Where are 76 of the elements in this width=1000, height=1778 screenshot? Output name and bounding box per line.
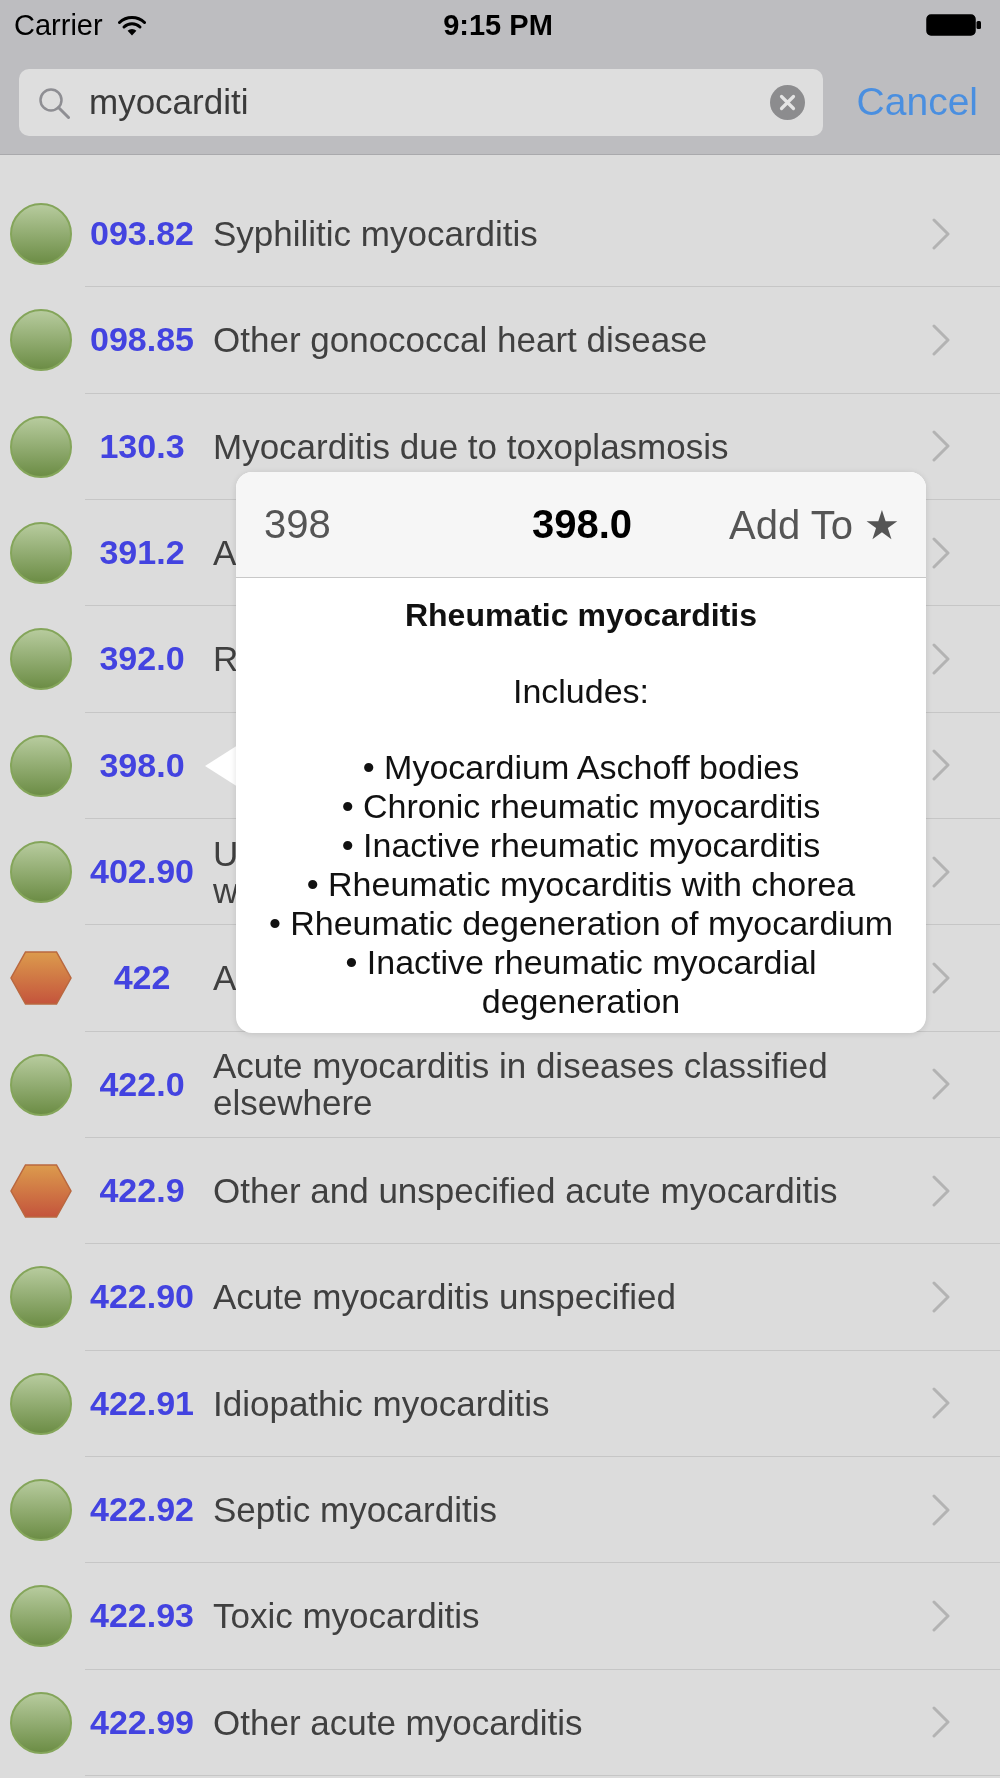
chevron-icon	[932, 642, 950, 675]
diagnosis-text: Acute myocarditis in diseases classified elsewhere	[213, 1047, 828, 1122]
diagnosis-text: Other acute myocarditis	[213, 1703, 583, 1741]
parent-code-button[interactable]: 398	[264, 502, 331, 547]
circle-marker-icon	[10, 1691, 72, 1754]
circle-marker-icon	[10, 734, 72, 797]
include-item: • Chronic rheumatic myocarditis	[341, 787, 821, 826]
chevron-icon	[932, 1387, 950, 1420]
carrier-text: Carrier	[14, 8, 103, 42]
chevron-icon	[932, 1174, 950, 1207]
code-text: 398.0	[99, 745, 185, 785]
include-item: • Myocardium Aschoff bodies	[362, 748, 800, 787]
code-text: 422	[113, 958, 171, 998]
circle-marker-icon	[10, 1585, 72, 1648]
chevron-icon	[932, 1280, 950, 1313]
chevron-icon	[932, 1599, 950, 1632]
include-item: • Inactive rheumatic myocarditis	[341, 826, 821, 865]
diagnosis-text: Septic myocarditis	[213, 1491, 497, 1529]
battery-icon	[926, 14, 982, 36]
circle-marker-icon	[10, 841, 72, 904]
diagnosis-text: Acute myocarditis unspecified	[213, 1278, 676, 1316]
chevron-icon	[932, 855, 950, 888]
add-to-favorites-button[interactable]: Add To ★	[729, 501, 900, 548]
diagnosis-text: Other and unspecified acute myocarditis	[213, 1172, 838, 1210]
code-text: 392.0	[99, 639, 185, 679]
code-text: 402.90	[90, 852, 194, 892]
circle-marker-icon	[10, 203, 72, 266]
code-text: 391.2	[99, 533, 185, 573]
code-text: 422.0	[99, 1064, 185, 1104]
circle-marker-icon	[10, 309, 72, 372]
circle-marker-icon	[10, 415, 72, 478]
code-text: 098.85	[90, 320, 194, 360]
circle-marker-icon	[10, 628, 72, 691]
chevron-icon	[932, 961, 950, 994]
chevron-icon	[932, 1706, 950, 1739]
chevron-icon	[932, 1068, 950, 1101]
chevron-icon	[932, 217, 950, 250]
code-text: 130.3	[99, 426, 185, 466]
circle-marker-icon	[10, 1053, 72, 1116]
search-icon	[38, 86, 70, 119]
diagnosis-text: Myocarditis due to toxoplasmosis	[213, 427, 729, 465]
chevron-icon	[932, 749, 950, 782]
code-text: 422.91	[90, 1383, 194, 1423]
search-field[interactable]: myocarditi	[19, 68, 823, 136]
wifi-icon	[117, 14, 146, 36]
circle-marker-icon	[10, 1479, 72, 1542]
diagnosis-text: A	[213, 534, 237, 572]
chevron-icon	[932, 430, 950, 463]
diagnosis-text: Syphilitic myocarditis	[213, 215, 538, 253]
diagnosis-text: R	[213, 640, 239, 678]
circle-marker-icon	[10, 522, 72, 585]
includes-label: Includes:	[512, 672, 650, 711]
diagnosis-text: Toxic myocarditis	[213, 1597, 480, 1635]
include-item: • Inactive rheumatic myocardial degeneration	[344, 943, 818, 1021]
description-heading: Rheumatic myocarditis	[404, 596, 758, 635]
hexagon-marker-icon	[10, 951, 72, 1006]
chevron-icon	[932, 1493, 950, 1526]
code-text: 093.82	[90, 214, 194, 254]
code-text: 422.93	[90, 1596, 194, 1636]
time-text: 9:15 PM	[443, 8, 553, 42]
code-text: 422.90	[90, 1277, 194, 1317]
include-item: • Rheumatic degeneration of myocardium	[268, 904, 894, 943]
popover-title: 398.0	[531, 502, 633, 547]
diagnosis-text: A	[213, 959, 237, 997]
diagnosis-text: Idiopathic myocarditis	[213, 1384, 550, 1422]
code-text: 422.9	[99, 1171, 185, 1211]
diagnosis-text: Other gonococcal heart disease	[213, 321, 708, 359]
chevron-icon	[932, 536, 950, 569]
circle-marker-icon	[10, 1372, 72, 1435]
clear-icon[interactable]	[770, 84, 805, 120]
include-item: • Rheumatic myocarditis with chorea	[306, 865, 856, 904]
code-text: 422.92	[90, 1490, 194, 1530]
code-text: 422.99	[90, 1702, 194, 1742]
hexagon-marker-icon	[10, 1164, 72, 1219]
circle-marker-icon	[10, 1266, 72, 1329]
chevron-icon	[932, 324, 950, 356]
